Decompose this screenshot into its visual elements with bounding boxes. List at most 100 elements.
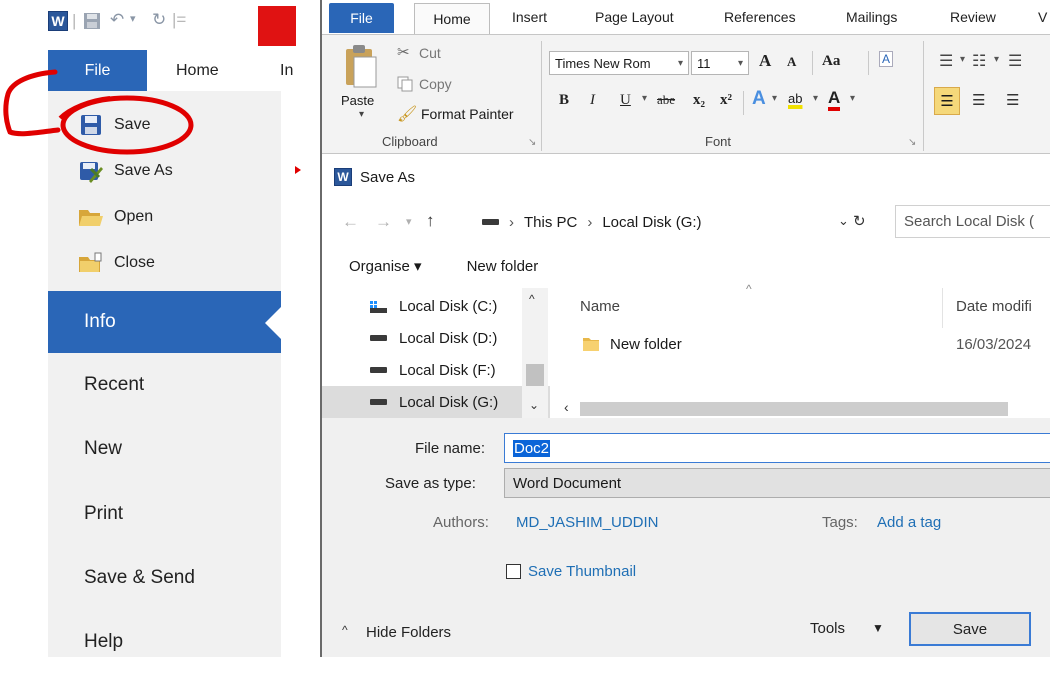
dialog-launcher-icon[interactable]: ↘ [908, 137, 916, 148]
tab-mailings[interactable]: Mailings [846, 9, 897, 25]
save-thumbnail-checkbox[interactable] [506, 564, 521, 579]
recent-locations-icon[interactable]: ▾ [406, 215, 412, 228]
hide-folders-label[interactable]: Hide Folders [366, 624, 451, 641]
multilevel-list-icon[interactable]: ☰ [1008, 51, 1022, 71]
font-name-combo[interactable]: Times New Rom ▾ [549, 51, 689, 75]
forward-arrow-icon[interactable]: → [375, 212, 392, 232]
change-case-button[interactable]: Aa [822, 53, 840, 70]
file-name-input[interactable]: Doc2 [504, 433, 1050, 463]
tags-link[interactable]: Add a tag [877, 514, 941, 531]
scroll-left-icon[interactable]: ‹ [564, 399, 569, 415]
authors-value[interactable]: MD_JASHIM_UDDIN [516, 514, 659, 531]
grow-font-button[interactable]: A [759, 51, 771, 71]
breadcrumb-this-pc[interactable]: This PC [524, 214, 577, 231]
search-input[interactable]: Search Local Disk ( [895, 205, 1050, 238]
chevron-down-icon[interactable]: ⌄ [838, 213, 849, 229]
dialog-launcher-icon[interactable]: ↘ [528, 137, 536, 148]
chevron-down-icon[interactable]: ▾ [850, 93, 855, 104]
tab-file[interactable]: File [48, 50, 147, 91]
tab-insert[interactable]: In [280, 62, 293, 80]
column-header-date[interactable]: Date modifi [956, 298, 1032, 315]
up-arrow-icon[interactable]: ↑ [426, 211, 435, 231]
chevron-down-icon[interactable]: ▾ [130, 12, 136, 25]
format-painter-button[interactable]: Format Painter [421, 106, 514, 122]
save-button[interactable]: Save [909, 612, 1031, 646]
subscript-button[interactable]: x₂ [693, 92, 705, 109]
font-size-combo[interactable]: 11 ▾ [691, 51, 749, 75]
tab-file[interactable]: File [329, 3, 394, 33]
breadcrumb-drive[interactable]: Local Disk (G:) [602, 214, 701, 231]
clear-formatting-icon[interactable]: A [879, 51, 894, 67]
save-type-select[interactable]: Word Document [504, 468, 1050, 498]
chevron-down-icon[interactable]: ▾ [772, 93, 777, 104]
save-thumbnail-label[interactable]: Save Thumbnail [528, 563, 636, 580]
chevron-down-icon[interactable]: ▼ [872, 621, 884, 635]
bullets-icon[interactable]: ☰ [939, 51, 953, 71]
numbering-icon[interactable]: ☷ [972, 51, 986, 71]
undo-icon[interactable]: ↶ [110, 10, 124, 30]
chevron-down-icon[interactable]: ▾ [642, 93, 647, 104]
refresh-icon[interactable]: ↻ [853, 212, 866, 230]
new-folder-button[interactable]: New folder [467, 258, 539, 275]
save-icon[interactable] [82, 11, 102, 35]
tab-page-layout[interactable]: Page Layout [595, 9, 674, 25]
bold-button[interactable]: B [559, 92, 569, 109]
align-left-button[interactable]: ☰ [934, 87, 960, 115]
column-header-name[interactable]: Name [580, 298, 620, 315]
strikethrough-button[interactable]: abe [657, 92, 675, 108]
nav-item-local-disk-c[interactable]: Local Disk (C:) [322, 290, 550, 322]
format-painter-icon[interactable]: 🖌 [397, 104, 417, 124]
tab-home[interactable]: Home [176, 62, 219, 80]
italic-button[interactable]: I [590, 92, 595, 109]
tab-insert[interactable]: Insert [512, 9, 547, 25]
backstage-help[interactable]: Help [48, 611, 281, 673]
scroll-thumb[interactable] [580, 402, 1008, 416]
chevron-down-icon[interactable]: ▾ [813, 93, 818, 104]
cut-icon[interactable]: ✂ [397, 43, 410, 61]
scroll-thumb[interactable] [526, 364, 544, 386]
chevron-down-icon[interactable]: ▾ [359, 109, 364, 120]
file-row[interactable]: New folder 16/03/2024 [552, 328, 1050, 360]
tab-references[interactable]: References [724, 9, 796, 25]
copy-button[interactable]: Copy [419, 76, 452, 92]
chevron-down-icon[interactable]: ▾ [994, 54, 999, 65]
tab-review[interactable]: Review [950, 9, 996, 25]
menu-item-open[interactable]: Open [48, 195, 281, 239]
menu-item-close[interactable]: Close [48, 241, 281, 285]
chevron-down-icon[interactable]: ▾ [960, 54, 965, 65]
paste-button[interactable]: Paste [341, 93, 374, 108]
nav-item-local-disk-g[interactable]: Local Disk (G:) [322, 386, 550, 418]
shrink-font-button[interactable]: A [787, 54, 796, 70]
backstage-print[interactable]: Print [48, 483, 281, 545]
superscript-button[interactable]: x² [720, 92, 732, 109]
text-effects-icon[interactable]: A [752, 88, 766, 110]
backstage-new[interactable]: New [48, 418, 281, 480]
backstage-info[interactable]: Info [48, 291, 281, 353]
back-arrow-icon[interactable]: ← [342, 212, 359, 232]
copy-icon[interactable] [397, 76, 413, 96]
scroll-down-icon[interactable]: ⌄ [529, 398, 539, 412]
nav-item-local-disk-f[interactable]: Local Disk (F:) [322, 354, 550, 386]
menu-item-save[interactable]: Save [48, 103, 281, 147]
tools-button[interactable]: Tools [810, 620, 845, 637]
scroll-up-icon[interactable]: ^ [529, 292, 535, 306]
cut-button[interactable]: Cut [419, 45, 441, 61]
organise-button[interactable]: Organise ▾ [349, 257, 422, 275]
menu-item-save-as[interactable]: Save As [48, 149, 281, 193]
paste-icon[interactable] [344, 41, 378, 95]
nav-scrollbar[interactable]: ^ ⌄ [522, 288, 548, 418]
backstage-recent[interactable]: Recent [48, 354, 281, 416]
redo-icon[interactable]: ↻ [152, 10, 166, 30]
tab-view[interactable]: V [1038, 9, 1047, 25]
font-color-icon[interactable]: A [828, 89, 841, 111]
breadcrumb[interactable]: › This PC › Local Disk (G:) [474, 206, 854, 238]
align-right-icon[interactable]: ☰ [1006, 91, 1019, 109]
tab-home[interactable]: Home [414, 3, 490, 34]
highlight-icon[interactable]: ab [788, 91, 802, 106]
backstage-save-send[interactable]: Save & Send [48, 547, 281, 609]
horizontal-scrollbar[interactable]: ‹ [552, 399, 1050, 418]
align-center-icon[interactable]: ☰ [972, 91, 985, 109]
customize-qat-icon[interactable]: |= [172, 10, 186, 30]
nav-item-local-disk-d[interactable]: Local Disk (D:) [322, 322, 550, 354]
underline-button[interactable]: U [620, 92, 631, 109]
